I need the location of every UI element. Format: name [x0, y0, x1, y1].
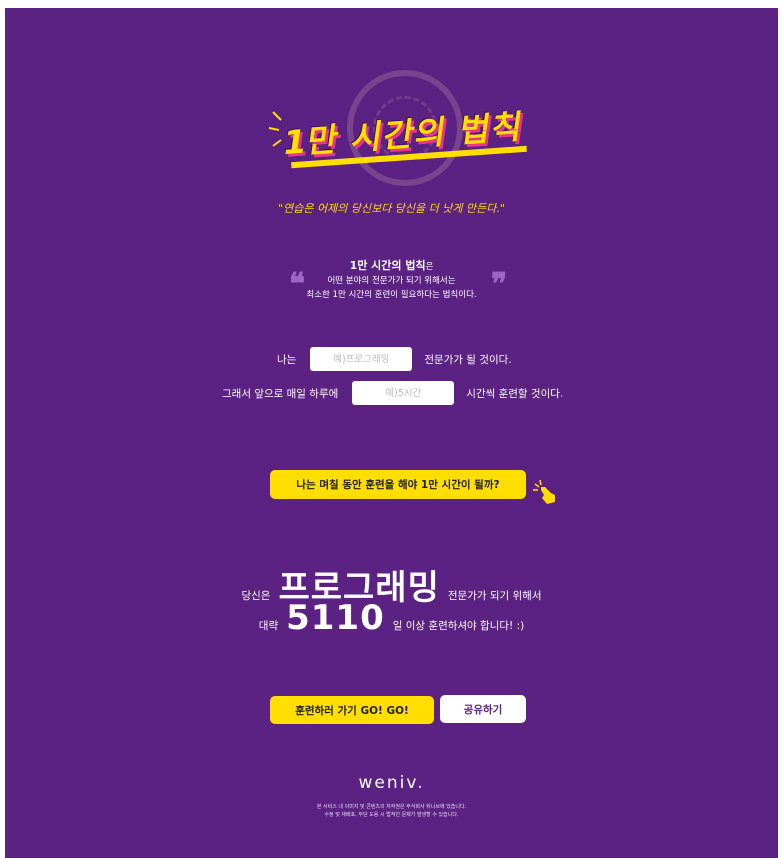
- share-button[interactable]: 공유하기: [440, 695, 526, 723]
- field-row: 나는 전문가가 될 것이다.: [277, 347, 512, 371]
- brand-logo: weniv.: [358, 773, 425, 793]
- pointing-hand-icon: [533, 479, 555, 504]
- calculate-button[interactable]: 나는 며칠 동안 훈련을 해야 1만 시간이 될까?: [270, 470, 526, 499]
- time-input[interactable]: [352, 381, 455, 405]
- field-suffix: 전문가가 될 것이다.: [424, 353, 512, 366]
- result-days: 5110: [286, 598, 385, 638]
- days-prefix: 대략: [258, 620, 279, 632]
- rule-name-suffix: 은: [425, 262, 434, 272]
- result-line-2: 대략 5110 일 이상 훈련하셔야 합니다! :): [5, 598, 778, 638]
- definition-line-2: 최소한 1만 시간의 훈련이 필요하다는 법칙이다.: [306, 290, 477, 300]
- field-prefix: 나는: [277, 353, 297, 366]
- copyright-line-2: 수정 및 재배포, 무단 도용 시 법적인 문제가 발생할 수 있습니다.: [324, 812, 459, 818]
- motto-quote: "연습은 어제의 당신보다 당신을 더 낫게 만든다.": [278, 202, 505, 215]
- go-training-button[interactable]: 훈련하러 가기 GO! GO!: [270, 696, 434, 724]
- days-suffix: 일 이상 훈련하셔야 합니다! :): [392, 620, 525, 632]
- rule-name: 1만 시간의 법칙: [349, 259, 426, 272]
- copyright: 본 서비스 내 이미지 및 콘텐츠의 저작권은 주식회사 위니브에 있습니다. …: [5, 803, 778, 819]
- page: 1만 시간의 법칙 "연습은 어제의 당신보다 당신을 더 낫게 만든다." ❝…: [5, 8, 778, 858]
- definition-line-1: 어떤 분야의 전문가가 되기 위해서는: [327, 276, 456, 286]
- time-row: 그래서 앞으로 매일 하루에 시간씩 훈련할 것이다.: [222, 381, 563, 405]
- logo: 1만 시간의 법칙: [267, 70, 537, 200]
- time-prefix: 그래서 앞으로 매일 하루에: [222, 387, 339, 400]
- rule-definition: 1만 시간의 법칙은 어떤 분야의 전문가가 되기 위해서는 최소한 1만 시간…: [5, 259, 778, 302]
- field-input[interactable]: [310, 347, 413, 371]
- copyright-line-1: 본 서비스 내 이미지 및 콘텐츠의 저작권은 주식회사 위니브에 있습니다.: [316, 804, 467, 810]
- logo-title: 1만 시간의 법칙: [280, 106, 526, 163]
- time-suffix: 시간씩 훈련할 것이다.: [466, 387, 564, 400]
